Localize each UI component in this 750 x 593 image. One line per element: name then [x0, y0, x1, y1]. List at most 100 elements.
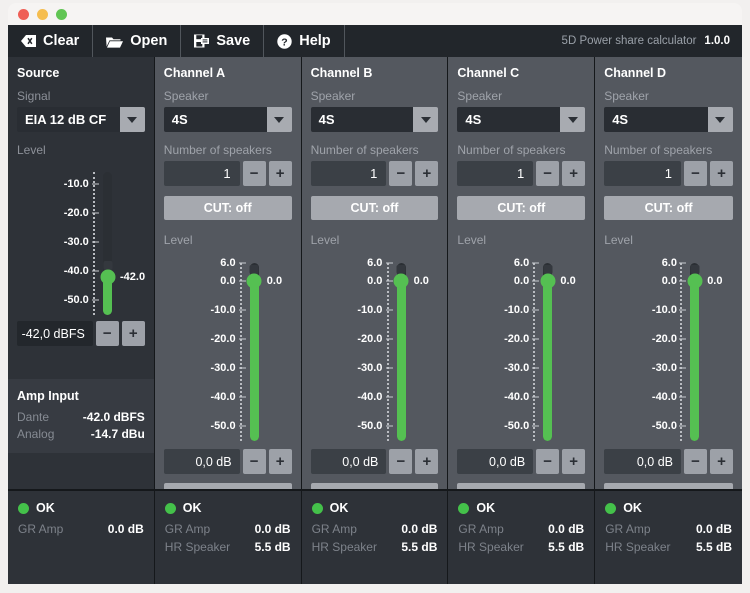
fader-scale-label: -40.0 — [357, 391, 383, 404]
channel-a-count-plus-button[interactable]: + — [268, 161, 292, 186]
clear-button[interactable]: Clear — [8, 25, 94, 57]
app-name: 5D Power share calculator — [561, 35, 697, 47]
channel-a-speaker-select[interactable]: 4S — [163, 107, 292, 132]
source-level-plus-button[interactable]: + — [121, 321, 145, 346]
status-state: OK — [329, 501, 349, 515]
channel-b-speaker-value[interactable]: 4S — [310, 107, 414, 132]
channel-b-fader[interactable]: 6.0 0.0 -10.0 -20.0 -30.0 -40.0 -50.0 0.0 — [311, 251, 439, 449]
fader-scale-label: 6.0 — [661, 257, 677, 269]
status-key: GR Amp — [311, 522, 357, 536]
channel-b-count-minus-button[interactable]: − — [389, 161, 413, 186]
fader-knob[interactable] — [393, 273, 409, 288]
channel-d-count-value[interactable]: 1 — [604, 161, 681, 186]
source-level-minus-button[interactable]: − — [95, 321, 119, 346]
channel-d-level-plus-button[interactable]: + — [709, 449, 733, 474]
chevron-down-icon[interactable] — [707, 107, 733, 132]
channel-d-speaker-value[interactable]: 4S — [604, 107, 708, 132]
source-level-value[interactable]: -42,0 dBFS — [17, 321, 93, 346]
channel-b-cut-button[interactable]: CUT: off — [310, 196, 439, 220]
fader-scale-label: -40.0 — [63, 265, 89, 278]
fader-scale-label: -50.0 — [504, 420, 530, 433]
status-row: GR Amp 0.0 dB — [18, 522, 144, 536]
fader-scale-label: 6.0 — [367, 257, 383, 269]
channel-a-speaker-value[interactable]: 4S — [163, 107, 267, 132]
channel-d-fader[interactable]: 6.0 0.0 -10.0 -20.0 -30.0 -40.0 -50.0 0.0 — [604, 251, 733, 449]
channel-a-count-value[interactable]: 1 — [163, 161, 240, 186]
status-header: OK — [458, 501, 584, 515]
channel-c-fader[interactable]: 6.0 0.0 -10.0 -20.0 -30.0 -40.0 -50.0 0.0 — [457, 251, 585, 449]
window-close-button[interactable] — [18, 8, 29, 20]
source-signal-value[interactable]: EIA 12 dB CF — [17, 107, 120, 132]
channel-b-speaker-select[interactable]: 4S — [310, 107, 439, 132]
channel-c-level-value[interactable]: 0,0 dB — [457, 449, 534, 474]
channel-d-count-plus-button[interactable]: + — [709, 161, 733, 186]
channel-d-count-minus-button[interactable]: − — [683, 161, 707, 186]
channel-a-level-minus-button[interactable]: − — [242, 449, 266, 474]
channel-b-level-value[interactable]: 0,0 dB — [310, 449, 387, 474]
fader-knob[interactable] — [100, 269, 115, 285]
fader-tick-mark — [679, 280, 687, 281]
channel-c-speaker-value[interactable]: 4S — [457, 107, 561, 132]
main-panels: Source Signal EIA 12 dB CF Level -10.0 -2… — [8, 57, 742, 507]
channel-a-count-minus-button[interactable]: − — [242, 161, 266, 186]
chevron-down-icon[interactable] — [413, 107, 439, 132]
channel-c-count-value[interactable]: 1 — [457, 161, 534, 186]
chevron-down-icon[interactable] — [266, 107, 292, 132]
amp-input-title: Amp Input — [17, 389, 79, 403]
channel-d-level-minus-button[interactable]: − — [683, 449, 707, 474]
fader-tick-mark — [532, 425, 540, 427]
fader-tick-mark — [679, 425, 687, 427]
fader-readout: 0.0 — [707, 274, 723, 287]
channel-a-level-value[interactable]: 0,0 dB — [163, 449, 240, 474]
status-row: HR Speaker 5.5 dB — [312, 540, 438, 554]
fader-knob[interactable] — [540, 273, 556, 288]
window-minimize-button[interactable] — [37, 8, 48, 20]
channel-a-level-plus-button[interactable]: + — [268, 449, 292, 474]
channel-a-count-stepper: 1 − + — [163, 161, 292, 186]
chevron-down-icon[interactable] — [560, 107, 586, 132]
save-button[interactable]: Save — [181, 25, 265, 57]
channel-c-level-plus-button[interactable]: + — [562, 449, 586, 474]
help-button[interactable]: ? Help — [264, 25, 345, 57]
chevron-down-icon[interactable] — [119, 107, 145, 132]
fader-scale-label: -20.0 — [357, 332, 383, 345]
channel-c-cut-button[interactable]: CUT: off — [457, 196, 586, 220]
source-signal-select[interactable]: EIA 12 dB CF — [17, 107, 145, 132]
channel-d-cut-button[interactable]: CUT: off — [604, 196, 733, 220]
channel-a-cut-button[interactable]: CUT: off — [163, 196, 292, 220]
window-maximize-button[interactable] — [56, 8, 67, 20]
channel-c-count-plus-button[interactable]: + — [562, 161, 586, 186]
fader-tick-mark — [385, 309, 393, 311]
channel-b-title: Channel B — [310, 66, 373, 80]
fader-scale-label: -50.0 — [63, 294, 89, 307]
channel-d-speaker-select[interactable]: 4S — [604, 107, 733, 132]
channel-d-level-value[interactable]: 0,0 dB — [604, 449, 681, 474]
channel-c-speaker-select[interactable]: 4S — [457, 107, 586, 132]
channel-b-level-plus-button[interactable]: + — [415, 449, 439, 474]
status-value: 5.5 dB — [548, 540, 585, 554]
amp-input-row: Dante -42.0 dBFS — [17, 410, 145, 424]
channel-c-level-minus-button[interactable]: − — [536, 449, 560, 474]
open-button[interactable]: Open — [93, 25, 182, 57]
source-fader[interactable]: -10.0 -20.0 -30.0 -40.0 -50.0 -42.0 — [17, 161, 145, 321]
channel-b-count-value[interactable]: 1 — [310, 161, 387, 186]
fader-tick-mark — [385, 262, 393, 264]
channel-b-level-minus-button[interactable]: − — [389, 449, 413, 474]
fader-tick-column — [533, 263, 536, 441]
status-value: 5.5 dB — [254, 540, 291, 554]
fader-tick-mark — [238, 338, 246, 340]
status-key: GR Amp — [18, 522, 64, 536]
fader-scale-label: -40.0 — [504, 391, 530, 404]
channel-d-speaker-label: Speaker — [604, 89, 649, 103]
status-header: OK — [311, 501, 438, 515]
channel-a-fader[interactable]: 6.0 0.0 -10.0 -20.0 -30.0 -40.0 -50.0 0.0 — [164, 251, 292, 449]
channel-c-count-minus-button[interactable]: − — [536, 161, 560, 186]
fader-fill — [249, 280, 259, 441]
channel-b-count-plus-button[interactable]: + — [415, 161, 439, 186]
fader-knob[interactable] — [246, 273, 262, 288]
fader-tick-mark — [238, 309, 246, 311]
panel-channel-b: Channel B Speaker 4S Number of speakers … — [301, 57, 449, 507]
fader-tick-column — [680, 263, 683, 441]
fader-knob[interactable] — [687, 273, 703, 288]
status-header: OK — [605, 501, 732, 515]
